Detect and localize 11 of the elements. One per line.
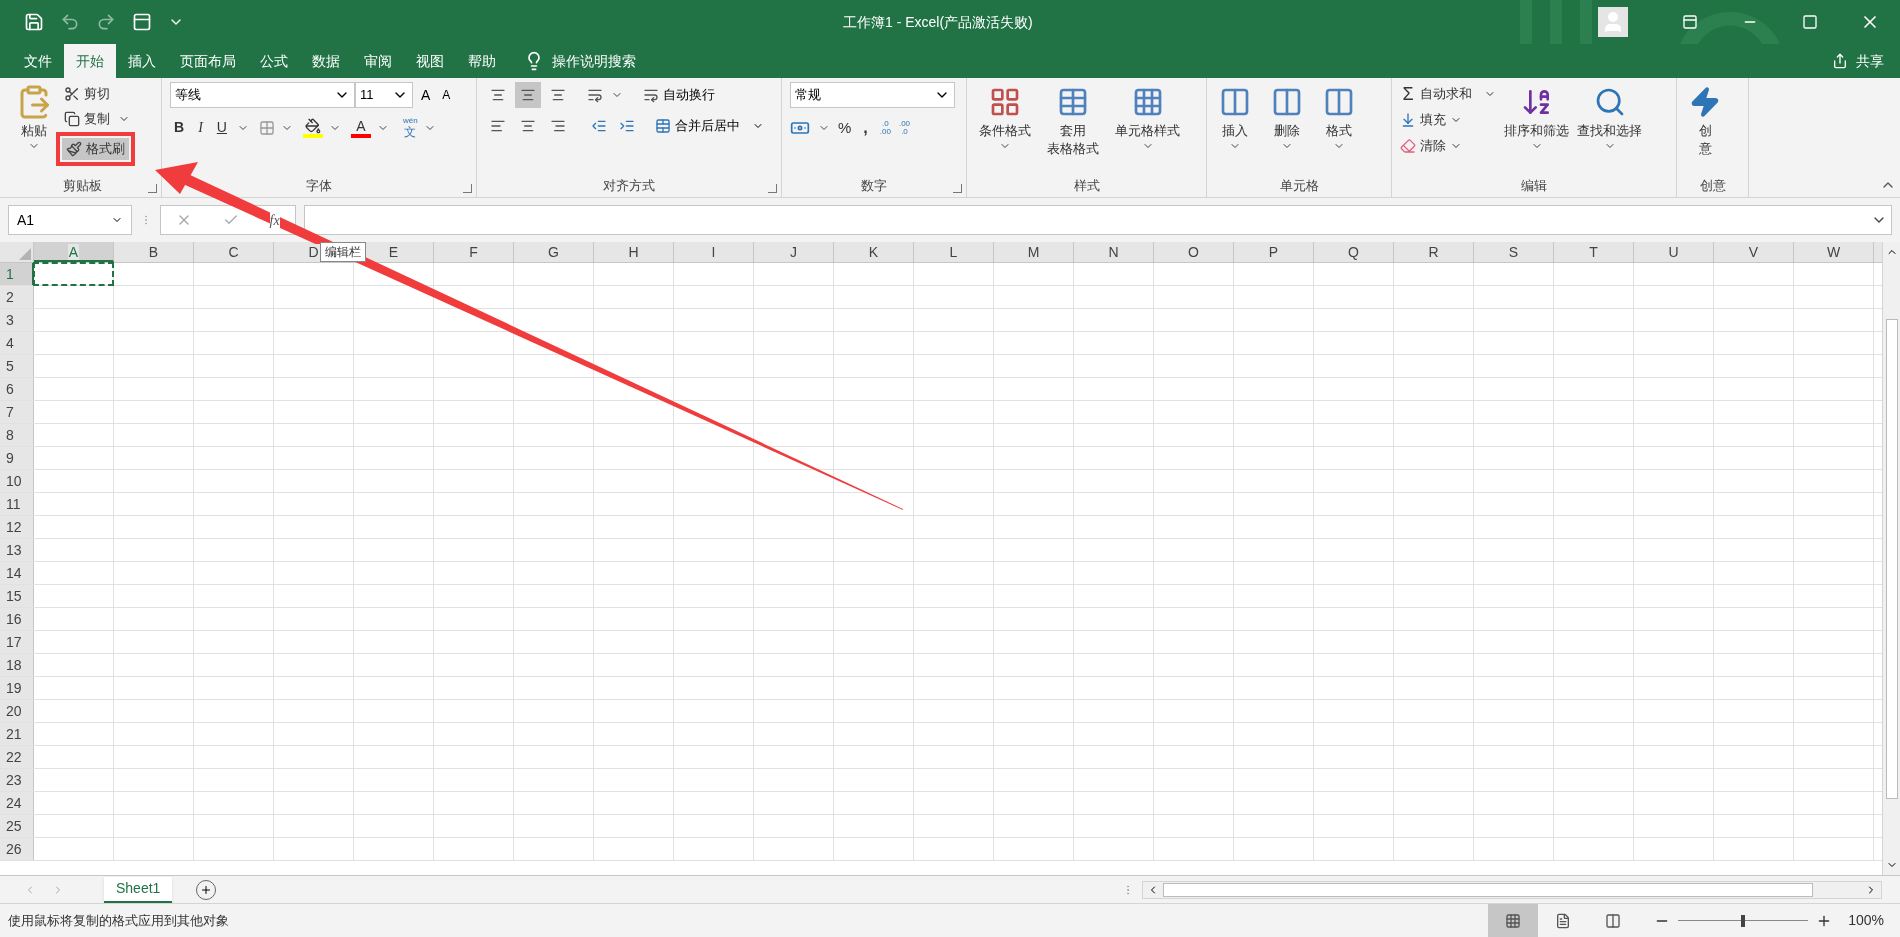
group-label: 编辑 [1521,177,1547,196]
group-label: 对齐方式 [603,177,655,196]
group-label: 数字 [861,177,887,196]
tooltip: 编辑栏 [320,242,366,262]
window-title: 工作簿1 - Excel(产品激活失败) [843,13,1033,32]
group-label: 样式 [1073,177,1100,196]
group-label: 字体 [306,177,332,196]
status-message: 使用鼠标将复制的格式应用到其他对象 [8,911,229,930]
group-label: 剪贴板 [63,177,102,196]
group-label: 单元格 [1279,177,1319,196]
group-label: 创意 [1699,177,1726,196]
